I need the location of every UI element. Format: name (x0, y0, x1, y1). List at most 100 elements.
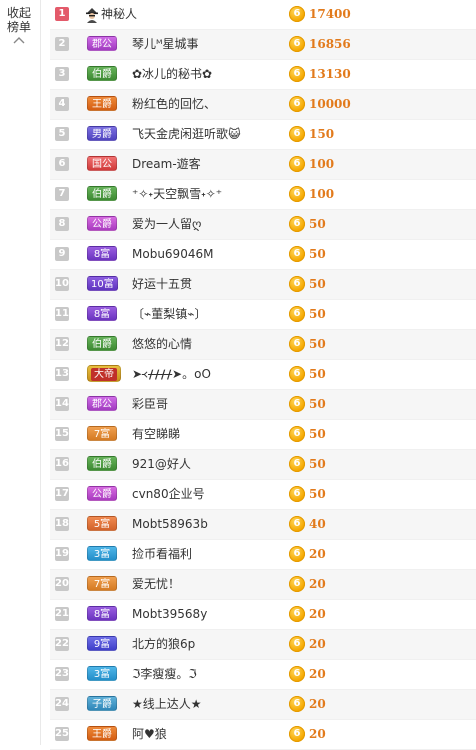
ranking-row[interactable]: 3 伯爵 ✿冰儿的秘书✿ 6 13130 (50, 60, 476, 90)
user-name[interactable]: 神秘人 (101, 0, 137, 29)
user-name[interactable]: 琴儿ᴹ星城事 (132, 30, 199, 59)
user-name[interactable]: 粉红色的回忆、 (132, 90, 216, 119)
user-name[interactable]: 悠悠的心情 (132, 330, 192, 359)
user-name[interactable]: ℑ李瘦瘦。ℑ (132, 660, 197, 689)
rank-number: 1 (55, 7, 69, 21)
coin-amount: 20 (309, 667, 326, 681)
title-badge: 王爵 (87, 96, 117, 111)
ranking-row[interactable]: 1 神秘人 6 17400 (50, 0, 476, 30)
title-badge: 7富 (87, 576, 117, 591)
ranking-row[interactable]: 8 公爵 爱为一人留ღ 6 50 (50, 210, 476, 240)
coin-amount: 50 (309, 457, 326, 471)
user-name[interactable]: Mobt58963b (132, 510, 208, 539)
title-badge: 郡公 (87, 396, 117, 411)
rank-number: 18 (55, 517, 69, 531)
ranking-row[interactable]: 12 伯爵 悠悠的心情 6 50 (50, 330, 476, 360)
coin-amount: 20 (309, 577, 326, 591)
user-name[interactable]: 彩臣哥 (132, 390, 168, 419)
title-badge: 伯爵 (87, 66, 117, 81)
user-name[interactable]: 有空睇睇 (132, 420, 180, 449)
user-name[interactable]: 飞天金虎闲逛听歌😺 (132, 120, 241, 149)
user-name[interactable]: cvn80企业号 (132, 480, 205, 509)
coin-icon: 6 (289, 216, 305, 232)
ranking-row[interactable]: 14 郡公 彩臣哥 6 50 (50, 390, 476, 420)
title-badge: 公爵 (87, 486, 117, 501)
coin-amount: 50 (309, 487, 326, 501)
ranking-row[interactable]: 23 3富 ℑ李瘦瘦。ℑ 6 20 (50, 660, 476, 690)
title-badge: 郡公 (87, 36, 117, 51)
coin-icon: 6 (289, 126, 305, 142)
user-name[interactable]: Dream-遊客 (132, 150, 201, 179)
coin-icon: 6 (289, 396, 305, 412)
coin-amount: 16856 (309, 37, 351, 51)
coin-amount: 50 (309, 277, 326, 291)
rank-number: 14 (55, 397, 69, 411)
title-badge: 8富 (87, 606, 117, 621)
rank-number: 10 (55, 277, 69, 291)
user-name[interactable]: Mobt39568y (132, 600, 207, 629)
user-name[interactable]: ➤᚜ᚋᚋᚋᚋ➤。oO (132, 360, 211, 389)
ranking-row[interactable]: 19 3富 捡币看福利 6 20 (50, 540, 476, 570)
user-name[interactable]: 爱为一人留ღ (132, 210, 201, 239)
rank-number: 7 (55, 187, 69, 201)
coin-icon: 6 (289, 666, 305, 682)
ranking-row[interactable]: 25 王爵 阿♥狼 6 20 (50, 720, 476, 750)
title-badge: 公爵 (87, 216, 117, 231)
user-name[interactable]: 北方的狼6p (132, 630, 195, 659)
ranking-row[interactable]: 22 9富 北方的狼6p 6 20 (50, 630, 476, 660)
coin-amount: 40 (309, 517, 326, 531)
coin-amount: 150 (309, 127, 335, 141)
rank-number: 5 (55, 127, 69, 141)
coin-icon: 6 (289, 246, 305, 262)
coin-icon: 6 (289, 486, 305, 502)
coin-amount: 20 (309, 697, 326, 711)
coin-icon: 6 (289, 696, 305, 712)
ranking-row[interactable]: 2 郡公 琴儿ᴹ星城事 6 16856 (50, 30, 476, 60)
chevron-up-icon (13, 37, 25, 44)
ranking-list: 1 神秘人 6 17400 2 郡公 琴儿ᴹ星城事 6 16856 3 伯爵 ✿冰儿的秘书✿ 6 1313… (50, 0, 476, 750)
title-badge: 伯爵 (87, 186, 117, 201)
ranking-row[interactable]: 6 国公 Dream-遊客 6 100 (50, 150, 476, 180)
rank-number: 19 (55, 547, 69, 561)
ranking-row[interactable]: 10 10富 好运十五贯 6 50 (50, 270, 476, 300)
user-name[interactable]: ⁺✧˖天空飘雪˖✧⁺ (132, 180, 222, 209)
user-name[interactable]: 921@好人 (132, 450, 191, 479)
coin-icon: 6 (289, 96, 305, 112)
coin-amount: 20 (309, 637, 326, 651)
coin-icon: 6 (289, 276, 305, 292)
user-name[interactable]: 好运十五贯 (132, 270, 192, 299)
coin-amount: 50 (309, 427, 326, 441)
coin-amount: 50 (309, 337, 326, 351)
ranking-row[interactable]: 24 子爵 ★线上达人★ 6 20 (50, 690, 476, 720)
ranking-row[interactable]: 13 大帝 ➤᚜ᚋᚋᚋᚋ➤。oO 6 50 (50, 360, 476, 390)
rank-number: 21 (55, 607, 69, 621)
coin-icon: 6 (289, 336, 305, 352)
title-badge: 5富 (87, 516, 117, 531)
coin-amount: 20 (309, 607, 326, 621)
user-name[interactable]: Mobu69046M (132, 240, 213, 269)
ranking-row[interactable]: 17 公爵 cvn80企业号 6 50 (50, 480, 476, 510)
title-badge: 伯爵 (87, 456, 117, 471)
user-name[interactable]: 〔⌁董梨镇⌁〕 (132, 300, 206, 329)
ranking-row[interactable]: 7 伯爵 ⁺✧˖天空飘雪˖✧⁺ 6 100 (50, 180, 476, 210)
ranking-row[interactable]: 20 7富 爱无忧！ 6 20 (50, 570, 476, 600)
user-name[interactable]: 捡币看福利 (132, 540, 192, 569)
ranking-row[interactable]: 16 伯爵 921@好人 6 50 (50, 450, 476, 480)
ranking-row[interactable]: 15 7富 有空睇睇 6 50 (50, 420, 476, 450)
ranking-row[interactable]: 11 8富 〔⌁董梨镇⌁〕 6 50 (50, 300, 476, 330)
ranking-row[interactable]: 18 5富 Mobt58963b 6 40 (50, 510, 476, 540)
title-badge: 王爵 (87, 726, 117, 741)
collapse-label-line2: 榜单 (6, 20, 31, 34)
title-badge: 8富 (87, 246, 117, 261)
collapse-ranking-button[interactable]: 收起 榜单 (4, 6, 34, 44)
ranking-row[interactable]: 4 王爵 粉红色的回忆、 6 10000 (50, 90, 476, 120)
coin-icon: 6 (289, 186, 305, 202)
coin-icon: 6 (289, 156, 305, 172)
user-name[interactable]: 爱无忧！ (132, 570, 180, 599)
rank-number: 13 (55, 367, 69, 381)
ranking-row[interactable]: 21 8富 Mobt39568y 6 20 (50, 600, 476, 630)
user-name[interactable]: ✿冰儿的秘书✿ (132, 60, 212, 89)
ranking-row[interactable]: 5 男爵 飞天金虎闲逛听歌😺 6 150 (50, 120, 476, 150)
user-name[interactable]: ★线上达人★ (132, 690, 202, 719)
ranking-row[interactable]: 9 8富 Mobu69046M 6 50 (50, 240, 476, 270)
